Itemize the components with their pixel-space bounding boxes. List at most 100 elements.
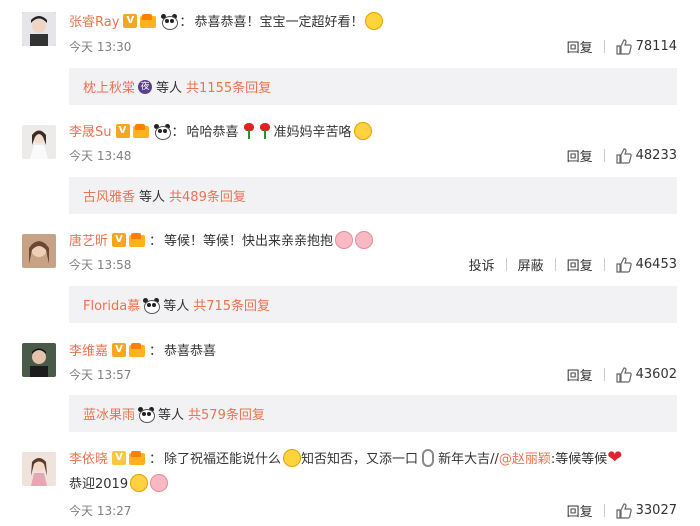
comment-text-5: 恭迎2019 <box>69 477 129 492</box>
avatar[interactable] <box>22 234 56 268</box>
verified-badge-icon: V <box>112 232 127 247</box>
moon-badge-icon: 夜 <box>138 79 153 94</box>
divider <box>603 504 605 517</box>
username[interactable]: 李维嘉 <box>69 340 108 359</box>
comment-text-2: 准妈妈辛苦咯 <box>273 125 352 140</box>
verified-badge-icon: V <box>115 123 130 138</box>
colon: ： <box>179 15 193 30</box>
verified-badge-icon: V <box>112 342 127 357</box>
reply-preview[interactable]: 古风雅香 等人 共489条回复 <box>69 177 677 214</box>
reply-user[interactable]: 蓝冰果雨 <box>83 404 135 423</box>
thumb-up-icon <box>616 366 632 383</box>
avatar-image <box>22 234 56 268</box>
like-count: 46453 <box>635 257 677 272</box>
thumb-up-icon <box>616 502 632 519</box>
reply-user[interactable]: 古风雅香 <box>83 186 135 205</box>
rose-icon <box>259 122 271 140</box>
reply-button[interactable]: 回复 <box>567 365 593 384</box>
reply-count-link[interactable]: 共579条回复 <box>188 404 265 423</box>
thumb-up-icon <box>616 256 632 273</box>
username[interactable]: 李晟Su <box>69 121 112 140</box>
timestamp: 今天 13:58 <box>69 258 132 272</box>
pig-emoji-icon <box>150 473 169 492</box>
reply-user[interactable]: 枕上秋棠 <box>83 77 135 96</box>
comment-text-2: 知否知否，又添一口 <box>301 452 419 467</box>
reply-count-link[interactable]: 共1155条回复 <box>186 77 271 96</box>
reply-button[interactable]: 回复 <box>567 255 593 274</box>
divider <box>554 258 556 271</box>
timestamp: 今天 13:48 <box>69 149 132 163</box>
avatar[interactable] <box>22 452 56 486</box>
vip-icon <box>129 232 147 247</box>
divider <box>505 258 507 271</box>
pig-emoji-icon <box>335 230 354 249</box>
timestamp: 今天 13:30 <box>69 40 132 54</box>
comment-text-3: 新年大吉// <box>438 452 499 467</box>
reply-button[interactable]: 回复 <box>567 501 593 520</box>
reply-user[interactable]: Florida慕 <box>83 295 140 314</box>
avatar-image <box>22 125 56 159</box>
comment-text: 恭喜恭喜！宝宝一定超好看！ <box>194 15 364 30</box>
like-count: 48233 <box>635 148 677 163</box>
username[interactable]: 唐艺昕 <box>69 230 108 249</box>
vip-icon <box>132 123 151 138</box>
divider <box>603 368 605 381</box>
reply-preview[interactable]: 蓝冰果雨 等人 共579条回复 <box>69 395 677 432</box>
panda-icon <box>153 123 171 140</box>
panda-icon <box>143 297 161 314</box>
reply-preview[interactable]: 枕上秋棠 夜 等人 共1155条回复 <box>69 68 677 105</box>
colon: ： <box>171 125 185 140</box>
like-count: 43602 <box>635 367 677 382</box>
vip-icon <box>129 342 147 357</box>
username[interactable]: 李依晓 <box>69 448 108 467</box>
comment-text: 除了祝福还能说什么 <box>164 452 282 467</box>
reply-button[interactable]: 回复 <box>567 37 593 56</box>
reply-preview[interactable]: Florida慕 等人 共715条回复 <box>69 286 677 323</box>
comment-text-4: :等候等候 <box>550 452 608 467</box>
snake-icon <box>422 448 435 467</box>
reply-others: 等人 <box>139 190 166 205</box>
block-button[interactable]: 屏蔽 <box>518 255 544 274</box>
pig-emoji-icon <box>355 230 374 249</box>
like-button[interactable]: 43602 <box>616 366 677 383</box>
laugh-emoji-icon <box>130 473 149 492</box>
vip-icon <box>140 13 158 28</box>
surprised-emoji-icon <box>365 11 384 30</box>
comment-text: 哈哈恭喜 <box>186 125 239 140</box>
reply-others: 等人 <box>156 81 183 96</box>
timestamp: 今天 13:27 <box>69 504 132 518</box>
report-button[interactable]: 投诉 <box>469 255 495 274</box>
like-button[interactable]: 46453 <box>616 256 677 273</box>
avatar[interactable] <box>22 12 56 46</box>
hug-emoji-icon <box>353 121 372 140</box>
comment-text: 等候！等候！快出来亲亲抱抱 <box>164 234 334 249</box>
divider <box>603 40 605 53</box>
reply-button[interactable]: 回复 <box>567 146 593 165</box>
like-button[interactable]: 48233 <box>616 147 677 164</box>
like-button[interactable]: 78114 <box>616 38 677 55</box>
mention-link[interactable]: @赵丽颖 <box>499 448 551 467</box>
colon: ： <box>149 344 163 359</box>
smirk-emoji-icon <box>283 448 302 467</box>
verified-badge-icon: V <box>112 450 127 465</box>
like-count: 78114 <box>635 39 677 54</box>
reply-count-link[interactable]: 共489条回复 <box>169 186 246 205</box>
avatar[interactable] <box>22 343 56 377</box>
panda-icon <box>161 13 179 30</box>
avatar-image <box>22 343 56 377</box>
colon: ： <box>149 234 163 249</box>
colon: ： <box>149 452 163 467</box>
divider <box>603 149 605 162</box>
username[interactable]: 张睿Ray <box>69 11 119 30</box>
thumb-up-icon <box>616 38 632 55</box>
reply-others: 等人 <box>158 408 185 423</box>
thumb-up-icon <box>616 147 632 164</box>
panda-icon <box>138 406 156 423</box>
timestamp: 今天 13:57 <box>69 368 132 382</box>
like-count: 33027 <box>635 503 677 518</box>
comment-text: 恭喜恭喜 <box>164 344 217 359</box>
divider <box>603 258 605 271</box>
reply-count-link[interactable]: 共715条回复 <box>193 295 270 314</box>
like-button[interactable]: 33027 <box>616 502 677 519</box>
avatar[interactable] <box>22 125 56 159</box>
